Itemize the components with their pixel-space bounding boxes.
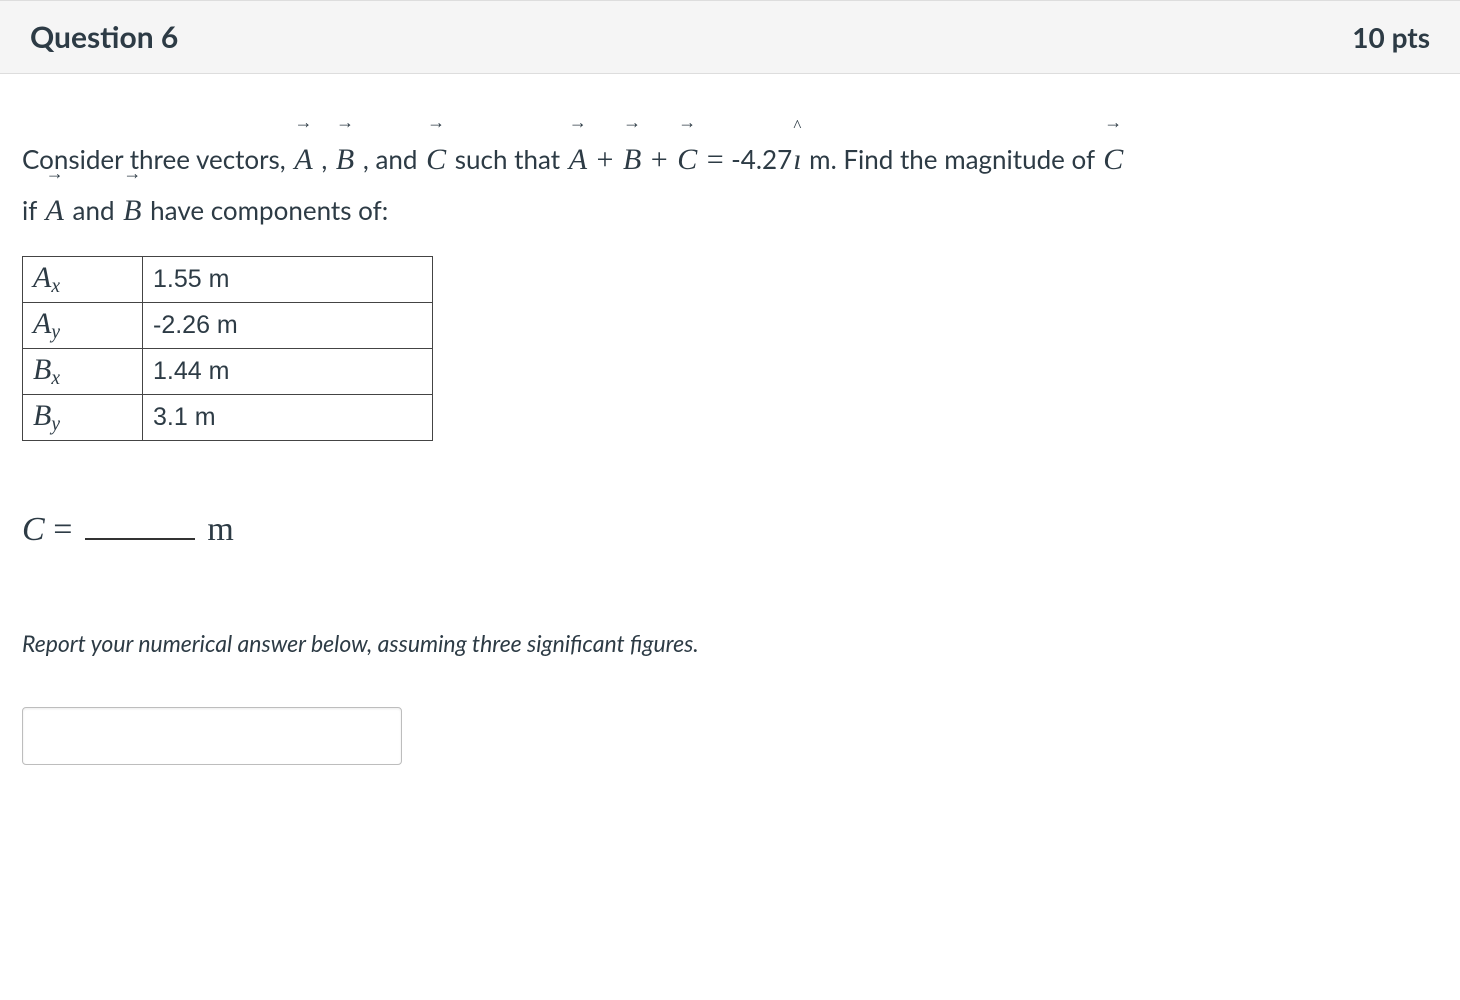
instruction-text: Report your numerical answer below, assu…: [22, 629, 1430, 657]
prompt-text: and: [73, 194, 122, 226]
prompt-text: m. Find the magnitude of: [803, 143, 1102, 175]
table-row: Ay -2.26 m: [23, 302, 433, 348]
vector-c: →C: [424, 134, 448, 185]
answer-blank: [85, 513, 195, 540]
component-value: 1.44 m: [143, 348, 433, 394]
vector-b: →B: [121, 185, 143, 236]
question-prompt: Consider three vectors, →A , →B , and →C…: [22, 134, 1430, 236]
component-value: 3.1 m: [143, 394, 433, 440]
components-table: Ax 1.55 m Ay -2.26 m Bx 1.44 m By 3.1 m: [22, 256, 433, 441]
prompt-text: have components of:: [150, 194, 388, 226]
question-body: Consider three vectors, →A , →B , and →C…: [0, 74, 1460, 805]
vector-a: →A: [44, 185, 66, 236]
component-label: Ay: [23, 302, 143, 348]
answer-input[interactable]: [22, 707, 402, 765]
table-row: By 3.1 m: [23, 394, 433, 440]
equals: =: [699, 143, 731, 176]
answer-expression: C = m: [22, 511, 1430, 549]
component-value: 1.55 m: [143, 257, 433, 303]
vector-c: →C: [675, 134, 699, 185]
plus: +: [589, 143, 621, 176]
equals: =: [45, 511, 81, 548]
vector-a: →A: [567, 134, 589, 185]
table-row: Bx 1.44 m: [23, 348, 433, 394]
plus: +: [643, 143, 675, 176]
vector-b: →B: [621, 134, 643, 185]
answer-symbol: C: [22, 511, 45, 548]
component-label: Ax: [23, 257, 143, 303]
sep: ,: [315, 143, 334, 175]
rhs-number: -4.27: [731, 143, 792, 175]
prompt-text: such that: [455, 143, 567, 175]
question-title: Question 6: [30, 19, 178, 55]
component-label: Bx: [23, 348, 143, 394]
prompt-text: if: [22, 194, 44, 226]
question-points: 10 pts: [1352, 20, 1430, 54]
sep: , and: [356, 143, 424, 175]
unit-vector-i: ^ı: [792, 134, 802, 185]
vector-c: →C: [1101, 134, 1125, 185]
component-label: By: [23, 394, 143, 440]
question-header: Question 6 10 pts: [0, 0, 1460, 74]
answer-unit: m: [199, 511, 234, 548]
vector-b: →B: [334, 134, 356, 185]
vector-a: →A: [292, 134, 314, 185]
component-value: -2.26 m: [143, 302, 433, 348]
table-row: Ax 1.55 m: [23, 257, 433, 303]
